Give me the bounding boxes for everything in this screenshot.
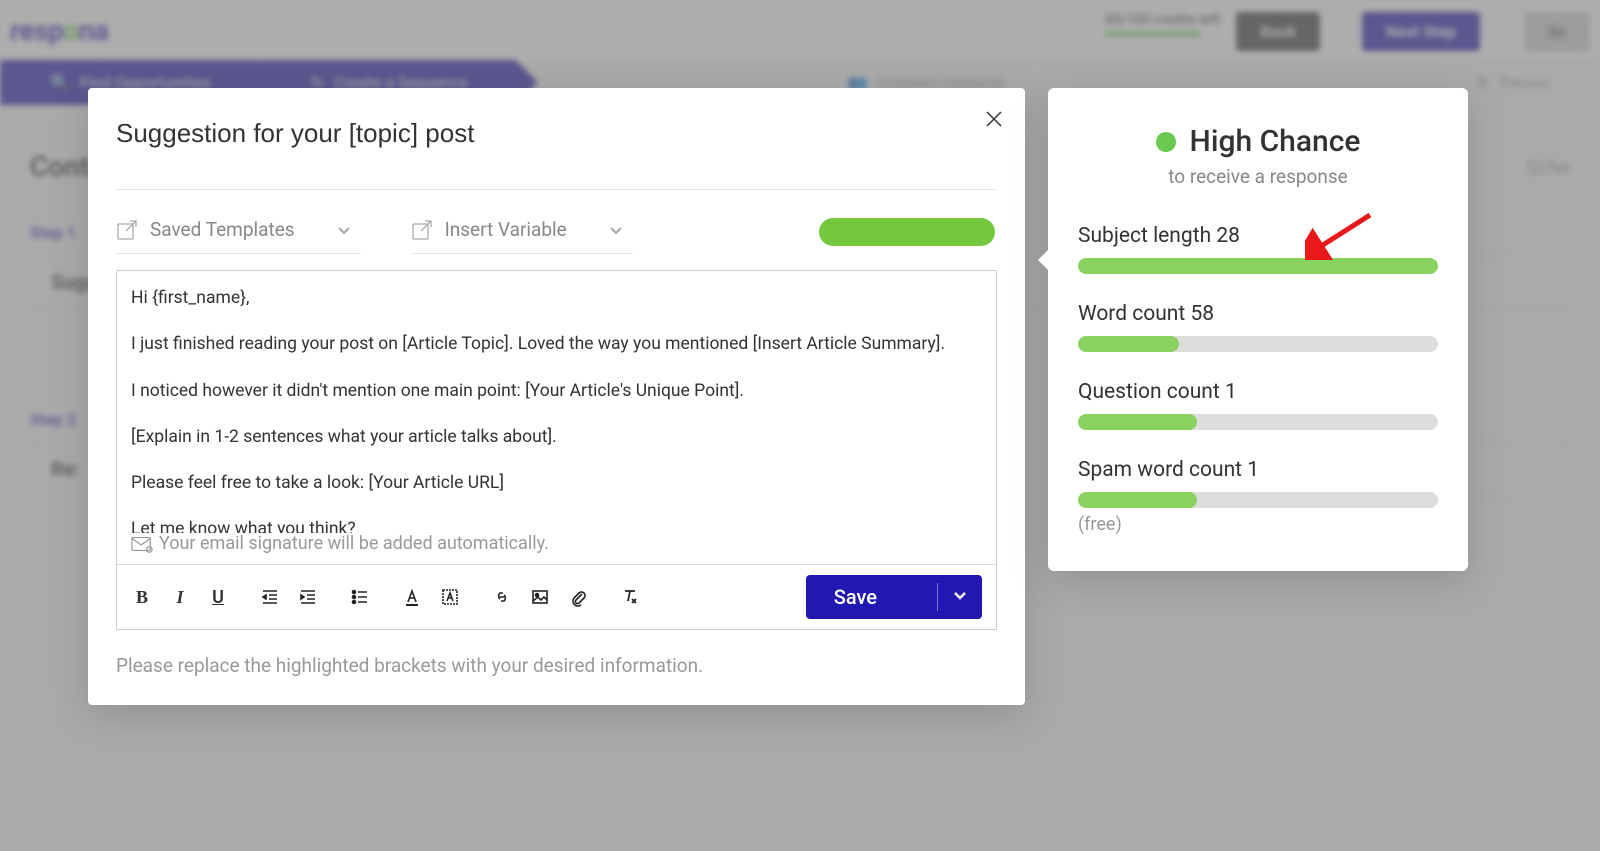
- metric-bar: [1078, 336, 1438, 352]
- metric-subject-length: Subject length 28: [1078, 224, 1438, 274]
- insert-variable-dropdown[interactable]: Insert Variable: [411, 210, 633, 254]
- subject-input[interactable]: [116, 118, 953, 157]
- close-button[interactable]: [985, 110, 1003, 132]
- body-line: Please feel free to take a look: [Your A…: [131, 470, 982, 496]
- highlight-icon: [440, 587, 460, 607]
- body-line: I just finished reading your post on [Ar…: [131, 331, 982, 357]
- body-line: Let me know what you think?: [131, 516, 982, 533]
- text-color-icon: [402, 587, 422, 607]
- metric-bar: [1078, 258, 1438, 274]
- indent-icon: [298, 587, 318, 607]
- metric-bar: [1078, 414, 1438, 430]
- list-icon: [350, 587, 370, 607]
- outdent-icon: [260, 587, 280, 607]
- indent-button[interactable]: [297, 586, 319, 608]
- save-dropdown-toggle[interactable]: [938, 587, 982, 607]
- email-analysis-panel: High Chance to receive a response Subjec…: [1048, 88, 1468, 571]
- chance-title: High Chance: [1190, 124, 1361, 159]
- status-pill: [819, 218, 995, 246]
- save-label: Save: [806, 585, 937, 609]
- open-external-icon: [411, 219, 433, 241]
- chance-subtitle: to receive a response: [1078, 165, 1438, 188]
- chevron-down-icon: [337, 223, 351, 237]
- link-icon: [492, 587, 512, 607]
- metric-question-count: Question count 1: [1078, 380, 1438, 430]
- metric-note: (free): [1078, 514, 1438, 535]
- email-editor: Hi {first_name}, I just finished reading…: [116, 270, 997, 630]
- chance-header: High Chance to receive a response: [1078, 124, 1438, 188]
- saved-templates-dropdown[interactable]: Saved Templates: [116, 210, 361, 254]
- italic-button[interactable]: I: [169, 586, 191, 608]
- chevron-down-icon: [609, 223, 623, 237]
- metric-label: Spam word count 1: [1078, 458, 1438, 482]
- email-editor-modal: Saved Templates Insert Variable Hi {firs…: [88, 88, 1025, 705]
- clear-format-button[interactable]: [619, 586, 641, 608]
- close-icon: [985, 110, 1003, 128]
- save-button[interactable]: Save: [806, 575, 982, 619]
- outdent-button[interactable]: [259, 586, 281, 608]
- chevron-down-icon: [952, 587, 968, 603]
- clear-format-icon: [620, 587, 640, 607]
- insert-variable-label: Insert Variable: [445, 218, 567, 241]
- paperclip-icon: [568, 587, 588, 607]
- highlight-button[interactable]: [439, 586, 461, 608]
- image-icon: [530, 587, 550, 607]
- body-line: Hi {first_name},: [131, 285, 982, 311]
- body-line: I noticed however it didn't mention one …: [131, 378, 982, 404]
- signature-notice: Your email signature will be added autom…: [117, 533, 996, 564]
- metric-spam-count: Spam word count 1 (free): [1078, 458, 1438, 535]
- metric-label: Word count 58: [1078, 302, 1438, 326]
- saved-templates-label: Saved Templates: [150, 218, 295, 241]
- hint-text: Please replace the highlighted brackets …: [88, 630, 1025, 705]
- text-color-button[interactable]: [401, 586, 423, 608]
- status-dot-icon: [1156, 132, 1176, 152]
- mail-signature-icon: [131, 534, 153, 554]
- metric-label: Question count 1: [1078, 380, 1438, 404]
- metric-bar: [1078, 492, 1438, 508]
- bullet-list-button[interactable]: [349, 586, 371, 608]
- open-external-icon: [116, 219, 138, 241]
- bold-button[interactable]: B: [131, 586, 153, 608]
- image-button[interactable]: [529, 586, 551, 608]
- metric-word-count: Word count 58: [1078, 302, 1438, 352]
- metric-label: Subject length 28: [1078, 224, 1438, 248]
- underline-button[interactable]: U: [207, 586, 229, 608]
- editor-toolbar: B I U: [117, 564, 996, 629]
- link-button[interactable]: [491, 586, 513, 608]
- email-body-textarea[interactable]: Hi {first_name}, I just finished reading…: [117, 271, 996, 533]
- body-line: [Explain in 1-2 sentences what your arti…: [131, 424, 982, 450]
- attachment-button[interactable]: [567, 586, 589, 608]
